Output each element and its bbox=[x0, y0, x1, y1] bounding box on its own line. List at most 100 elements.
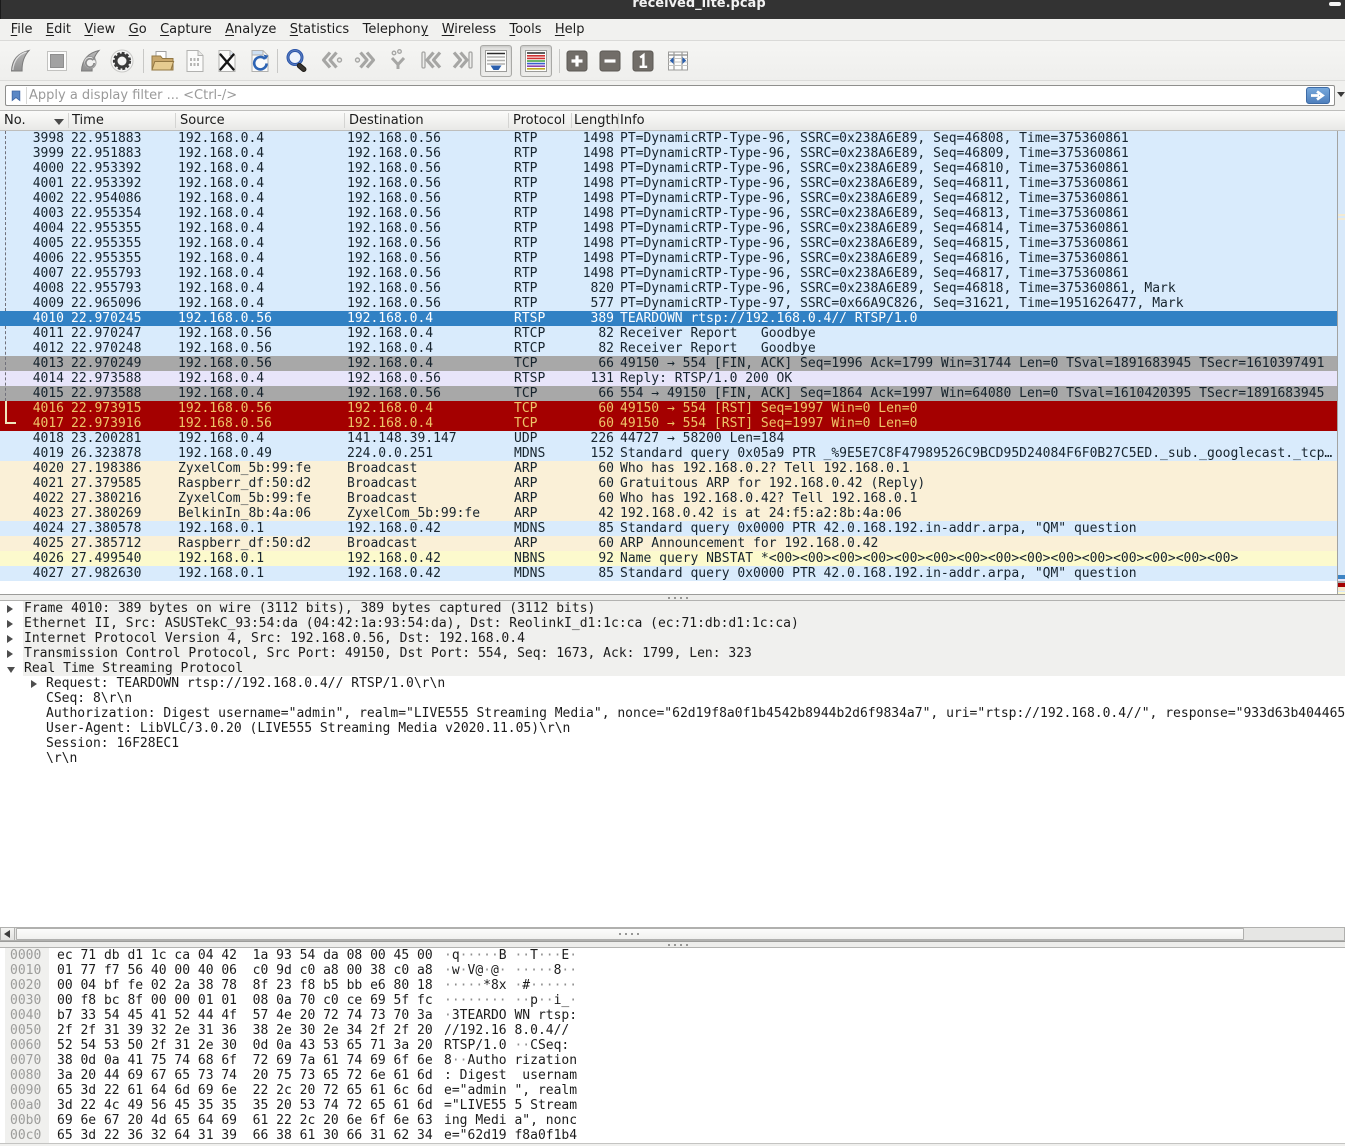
menu-item-help[interactable]: Help bbox=[548, 19, 591, 40]
scrollbar-left-stepper[interactable] bbox=[1, 928, 15, 940]
hex-row[interactable]: 0010 01 77 f7 56 40 00 40 06 c0 9d c0 a8… bbox=[0, 963, 1345, 978]
packet-row[interactable]: 4027 27.982630 192.168.0.1 192.168.0.42 … bbox=[0, 566, 1337, 581]
expand-icon[interactable] bbox=[7, 620, 13, 628]
detail-row[interactable]: Ethernet II, Src: ASUSTekC_93:54:da (04:… bbox=[0, 616, 1345, 631]
go-to-packet-button[interactable] bbox=[384, 47, 412, 75]
hex-row[interactable]: 0000 ec 71 db d1 1c ca 04 42 1a 93 54 da… bbox=[0, 948, 1345, 963]
zoom-out-button[interactable] bbox=[599, 50, 621, 72]
filter-dropdown-icon[interactable] bbox=[1337, 92, 1345, 97]
hex-row[interactable]: 0060 52 54 53 50 2f 31 2e 30 0d 0a 43 53… bbox=[0, 1038, 1345, 1053]
packet-row[interactable]: 3998 22.951883 192.168.0.4 192.168.0.56 … bbox=[0, 131, 1337, 146]
detail-horizontal-scrollbar[interactable] bbox=[0, 927, 1345, 941]
bookmark-icon[interactable] bbox=[11, 90, 21, 102]
scrollbar-handle[interactable] bbox=[16, 928, 1244, 940]
column-separator[interactable] bbox=[571, 113, 572, 128]
packet-row[interactable]: 4007 22.955793 192.168.0.4 192.168.0.56 … bbox=[0, 266, 1337, 281]
hex-row[interactable]: 0080 3a 20 44 69 67 65 73 74 20 75 73 65… bbox=[0, 1068, 1345, 1083]
packet-row[interactable]: 4023 27.380269 BelkinIn_8b:4a:06 ZyxelCo… bbox=[0, 506, 1337, 521]
auto-scroll-button[interactable] bbox=[480, 45, 512, 77]
restart-capture-button[interactable] bbox=[76, 47, 104, 75]
zoom-in-button[interactable] bbox=[566, 50, 588, 72]
packet-row[interactable]: 4001 22.953392 192.168.0.4 192.168.0.56 … bbox=[0, 176, 1337, 191]
detail-row[interactable]: Session: 16F28EC1 bbox=[0, 736, 1345, 751]
column-header-length[interactable]: Length bbox=[574, 111, 619, 130]
normal-size-button[interactable] bbox=[632, 50, 654, 72]
menu-item-view[interactable]: View bbox=[78, 19, 122, 40]
hex-row[interactable]: 00a0 3d 22 4c 49 56 45 35 35 35 20 53 74… bbox=[0, 1098, 1345, 1113]
detail-row[interactable]: \r\n bbox=[0, 751, 1345, 766]
packet-row[interactable]: 4012 22.970248 192.168.0.56 192.168.0.4 … bbox=[0, 341, 1337, 356]
menu-item-statistics[interactable]: Statistics bbox=[283, 19, 356, 40]
packet-row[interactable]: 4017 22.973916 192.168.0.56 192.168.0.4 … bbox=[0, 416, 1337, 431]
hex-row[interactable]: 0020 00 04 bf fe 02 2a 38 78 8f 23 f8 b5… bbox=[0, 978, 1345, 993]
packet-row[interactable]: 4014 22.973588 192.168.0.4 192.168.0.56 … bbox=[0, 371, 1337, 386]
go-back-button[interactable] bbox=[318, 47, 346, 75]
packet-row[interactable]: 4018 23.200281 192.168.0.4 141.148.39.14… bbox=[0, 431, 1337, 446]
column-header-destination[interactable]: Destination bbox=[349, 111, 424, 130]
expand-icon[interactable] bbox=[31, 680, 37, 688]
packet-row[interactable]: 4011 22.970247 192.168.0.56 192.168.0.4 … bbox=[0, 326, 1337, 341]
hex-row[interactable]: 0090 65 3d 22 61 64 6d 69 6e 22 2c 20 72… bbox=[0, 1083, 1345, 1098]
collapse-icon[interactable] bbox=[7, 667, 15, 673]
menu-item-tools[interactable]: Tools bbox=[503, 19, 548, 40]
detail-row[interactable]: Transmission Control Protocol, Src Port:… bbox=[0, 646, 1345, 661]
go-first-button[interactable] bbox=[417, 47, 445, 75]
reload-file-button[interactable] bbox=[246, 47, 274, 75]
find-packet-button[interactable] bbox=[284, 47, 312, 75]
detail-row[interactable]: Request: TEARDOWN rtsp://192.168.0.4// R… bbox=[0, 676, 1345, 691]
expand-icon[interactable] bbox=[7, 635, 13, 643]
hex-row[interactable]: 0070 38 0d 0a 41 75 74 68 6f 72 69 7a 61… bbox=[0, 1053, 1345, 1068]
hex-row[interactable]: 0050 2f 2f 31 39 32 2e 31 36 38 2e 30 2e… bbox=[0, 1023, 1345, 1038]
list-detail-splitter[interactable] bbox=[0, 594, 1345, 601]
hex-row[interactable]: 0030 00 f8 bc 8f 00 00 01 01 08 0a 70 c0… bbox=[0, 993, 1345, 1008]
packet-row[interactable]: 4020 27.198386 ZyxelCom_5b:99:fe Broadca… bbox=[0, 461, 1337, 476]
packet-row[interactable]: 4026 27.499540 192.168.0.1 192.168.0.42 … bbox=[0, 551, 1337, 566]
stop-capture-button[interactable] bbox=[43, 47, 71, 75]
packet-row[interactable]: 4000 22.953392 192.168.0.4 192.168.0.56 … bbox=[0, 161, 1337, 176]
column-separator[interactable] bbox=[175, 113, 176, 128]
packet-row[interactable]: 4013 22.970249 192.168.0.56 192.168.0.4 … bbox=[0, 356, 1337, 371]
packet-row-selected[interactable]: 4010 22.970245 192.168.0.56 192.168.0.4 … bbox=[0, 311, 1337, 326]
packet-row[interactable]: 4003 22.955354 192.168.0.4 192.168.0.56 … bbox=[0, 206, 1337, 221]
expand-icon[interactable] bbox=[7, 605, 13, 613]
column-header-no[interactable]: No. bbox=[4, 111, 26, 130]
resize-columns-button[interactable] bbox=[667, 50, 689, 72]
capture-options-button[interactable] bbox=[108, 47, 136, 75]
column-separator[interactable] bbox=[344, 113, 345, 128]
menu-item-analyze[interactable]: Analyze bbox=[218, 19, 283, 40]
menu-item-file[interactable]: File bbox=[4, 19, 39, 40]
column-header-time[interactable]: Time bbox=[72, 111, 104, 130]
apply-filter-button[interactable] bbox=[1306, 87, 1330, 104]
open-file-button[interactable] bbox=[148, 47, 176, 75]
hex-row[interactable]: 00b0 69 6e 67 20 4d 65 64 69 61 22 2c 20… bbox=[0, 1113, 1345, 1128]
expand-icon[interactable] bbox=[7, 650, 13, 658]
detail-row[interactable]: User-Agent: LibVLC/3.0.20 (LIVE555 Strea… bbox=[0, 721, 1345, 736]
packet-row[interactable]: 3999 22.951883 192.168.0.4 192.168.0.56 … bbox=[0, 146, 1337, 161]
column-header-protocol[interactable]: Protocol bbox=[513, 111, 565, 130]
minimize-button[interactable] bbox=[1329, 2, 1341, 6]
column-header-source[interactable]: Source bbox=[180, 111, 225, 130]
packet-row[interactable]: 4021 27.379585 Raspberr_df:50:d2 Broadca… bbox=[0, 476, 1337, 491]
menu-item-capture[interactable]: Capture bbox=[153, 19, 218, 40]
detail-row[interactable]: Real Time Streaming Protocol bbox=[0, 661, 1345, 676]
menu-item-telephony[interactable]: Telephony bbox=[356, 19, 435, 40]
packet-row[interactable]: 4019 26.323878 192.168.0.49 224.0.0.251 … bbox=[0, 446, 1337, 461]
go-forward-button[interactable] bbox=[351, 47, 379, 75]
packet-row[interactable]: 4009 22.965096 192.168.0.4 192.168.0.56 … bbox=[0, 296, 1337, 311]
column-header-info[interactable]: Info bbox=[620, 111, 645, 130]
close-file-button[interactable] bbox=[213, 47, 241, 75]
packet-row[interactable]: 4024 27.380578 192.168.0.1 192.168.0.42 … bbox=[0, 521, 1337, 536]
detail-row[interactable]: CSeq: 8\r\n bbox=[0, 691, 1345, 706]
start-capture-button[interactable] bbox=[6, 47, 34, 75]
menu-item-go[interactable]: Go bbox=[122, 19, 153, 40]
save-file-button[interactable] bbox=[181, 47, 209, 75]
detail-hex-splitter[interactable] bbox=[0, 941, 1345, 948]
hex-row[interactable]: 00c0 65 3d 22 36 32 64 31 39 66 38 61 30… bbox=[0, 1128, 1345, 1143]
hex-row[interactable]: 0040 b7 33 54 45 41 52 44 4f 57 4e 20 72… bbox=[0, 1008, 1345, 1023]
packet-row[interactable]: 4008 22.955793 192.168.0.4 192.168.0.56 … bbox=[0, 281, 1337, 296]
packet-row[interactable]: 4025 27.385712 Raspberr_df:50:d2 Broadca… bbox=[0, 536, 1337, 551]
packet-list-scrollbar-minimap[interactable] bbox=[1337, 131, 1345, 594]
detail-row[interactable]: Internet Protocol Version 4, Src: 192.16… bbox=[0, 631, 1345, 646]
packet-row[interactable]: 4002 22.954086 192.168.0.4 192.168.0.56 … bbox=[0, 191, 1337, 206]
column-separator[interactable] bbox=[508, 113, 509, 128]
